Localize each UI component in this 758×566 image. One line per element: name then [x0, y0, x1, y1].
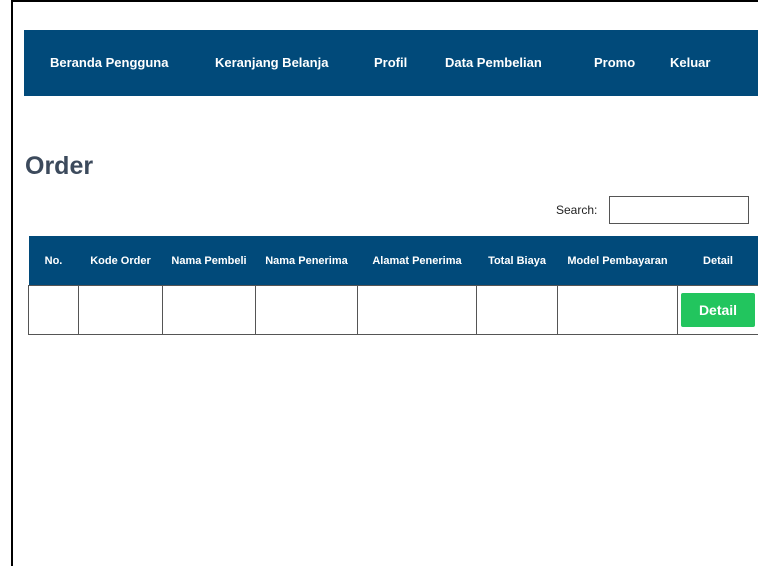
column-header-kode-order[interactable]: Kode Order	[78, 236, 163, 286]
top-navbar: Beranda Pengguna Keranjang Belanja Profi…	[24, 30, 758, 96]
nav-item-keranjang-belanja[interactable]: Keranjang Belanja	[215, 30, 328, 96]
search-input[interactable]	[609, 196, 749, 224]
column-header-model-pembayaran[interactable]: Model Pembayaran	[557, 236, 678, 286]
cell-no	[28, 285, 79, 335]
cell-detail: Detail	[677, 285, 758, 335]
nav-item-profil[interactable]: Profil	[374, 30, 407, 96]
detail-button[interactable]: Detail	[681, 293, 755, 327]
search-label: Search:	[556, 203, 598, 217]
nav-item-promo[interactable]: Promo	[594, 30, 635, 96]
cell-model-pembayaran	[557, 285, 678, 335]
column-header-nama-penerima[interactable]: Nama Penerima	[255, 236, 358, 286]
cell-alamat-penerima	[357, 285, 477, 335]
cell-total-biaya	[476, 285, 558, 335]
cell-kode-order	[78, 285, 163, 335]
column-header-alamat-penerima[interactable]: Alamat Penerima	[357, 236, 477, 286]
page-title: Order	[25, 152, 94, 180]
orders-table: No. Kode Order Nama Pembeli Nama Penerim…	[28, 236, 758, 335]
table-header-row: No. Kode Order Nama Pembeli Nama Penerim…	[28, 236, 758, 286]
window-top-border	[11, 0, 758, 2]
nav-item-beranda-pengguna[interactable]: Beranda Pengguna	[50, 30, 168, 96]
window-left-border	[11, 0, 13, 566]
column-header-total-biaya[interactable]: Total Biaya	[476, 236, 558, 286]
nav-item-keluar[interactable]: Keluar	[670, 30, 710, 96]
cell-nama-pembeli	[162, 285, 256, 335]
table-row: Detail	[28, 285, 758, 335]
column-header-no[interactable]: No.	[28, 236, 79, 286]
nav-item-data-pembelian[interactable]: Data Pembelian	[445, 30, 542, 96]
cell-nama-penerima	[255, 285, 358, 335]
column-header-nama-pembeli[interactable]: Nama Pembeli	[162, 236, 256, 286]
column-header-detail[interactable]: Detail	[677, 236, 758, 286]
